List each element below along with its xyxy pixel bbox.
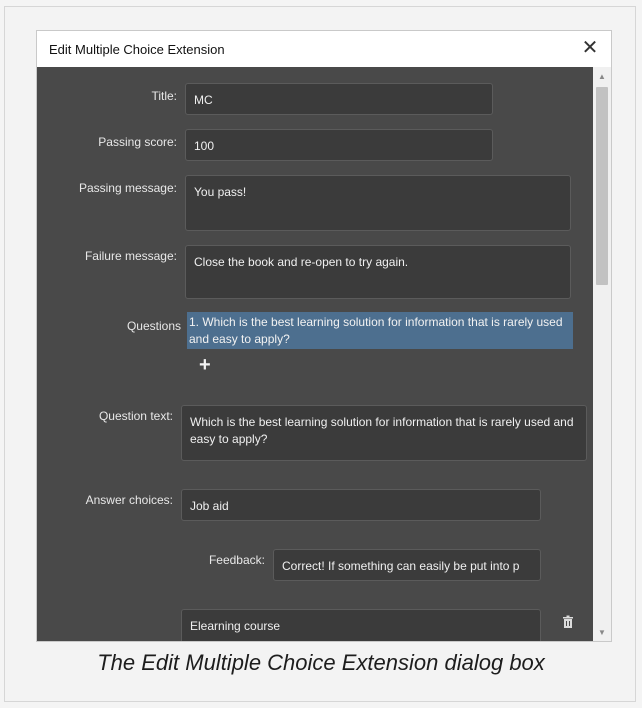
- passing-message-label: Passing message:: [78, 181, 177, 195]
- title-field[interactable]: MC: [185, 83, 493, 115]
- passing-message-field[interactable]: You pass!: [185, 175, 571, 231]
- edit-multiple-choice-dialog: Edit Multiple Choice Extension ✕ Title: …: [36, 30, 612, 642]
- questions-label: Questions: [126, 319, 181, 333]
- plus-icon[interactable]: +: [199, 354, 211, 377]
- figure-caption: The Edit Multiple Choice Extension dialo…: [97, 650, 545, 675]
- trash-icon[interactable]: [561, 615, 575, 629]
- question-text-label: Question text:: [98, 409, 173, 423]
- scroll-thumb[interactable]: [596, 87, 608, 285]
- scroll-down-icon[interactable]: ▼: [593, 625, 611, 641]
- question-text-field[interactable]: Which is the best learning solution for …: [181, 405, 587, 461]
- dialog-content: Title: MC Passing score: 100 Passing mes…: [37, 67, 593, 641]
- passing-score-label: Passing score:: [98, 135, 177, 149]
- feedback-label: Feedback:: [208, 553, 265, 567]
- answer-choices-label: Answer choices:: [85, 493, 173, 507]
- feedback-field[interactable]: Correct! If something can easily be put …: [273, 549, 541, 581]
- dialog-titlebar: Edit Multiple Choice Extension ✕: [37, 31, 611, 67]
- questions-list-item[interactable]: 1. Which is the best learning solution f…: [187, 312, 573, 349]
- close-icon[interactable]: ✕: [579, 37, 601, 59]
- answer-choice-field[interactable]: Elearning course: [181, 609, 541, 641]
- scroll-up-icon[interactable]: ▲: [593, 69, 611, 85]
- failure-message-label: Failure message:: [84, 249, 177, 263]
- answer-choice-field[interactable]: Job aid: [181, 489, 541, 521]
- failure-message-field[interactable]: Close the book and re-open to try again.: [185, 245, 571, 299]
- dialog-title: Edit Multiple Choice Extension: [49, 42, 225, 57]
- passing-score-field[interactable]: 100: [185, 129, 493, 161]
- title-label: Title:: [151, 89, 177, 103]
- vertical-scrollbar[interactable]: ▲ ▼: [593, 67, 611, 641]
